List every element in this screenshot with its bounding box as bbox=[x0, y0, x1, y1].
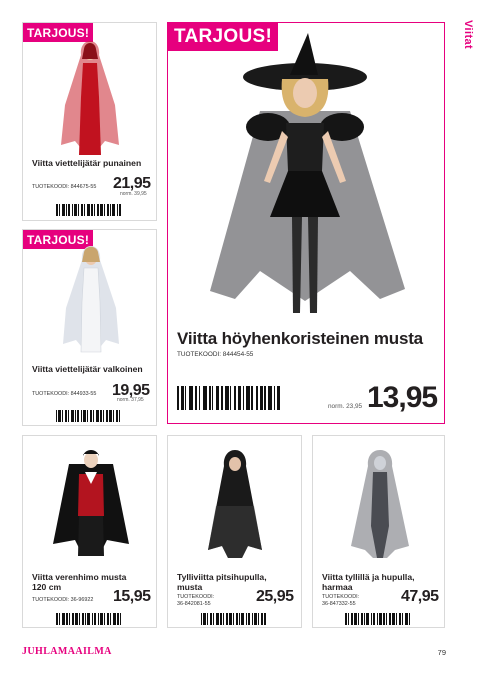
product-name-line-1: Tylliviitta pitsihupulla, bbox=[177, 572, 267, 582]
product-code-label: TUOTEKOODI: bbox=[177, 594, 215, 600]
section-label: Viitat bbox=[462, 20, 474, 50]
product-price: 15,95 bbox=[113, 588, 151, 605]
product-code: TUOTEKOODI: 844933-55 bbox=[32, 391, 97, 397]
product-card-vampire-cape[interactable]: Viitta verenhimo musta 120 cm TUOTEKOODI… bbox=[22, 435, 157, 628]
product-card-feather-cape[interactable]: TARJOUS! Viitta höyhenkoristeinen musta … bbox=[167, 22, 445, 424]
white-cape-photo bbox=[63, 246, 119, 353]
product-price: 25,95 bbox=[256, 588, 294, 605]
page-number: 79 bbox=[437, 648, 446, 657]
feather-witch-photo bbox=[210, 33, 405, 313]
product-name-line-1: Viitta verenhimo musta bbox=[32, 572, 127, 582]
product-name: Viitta viettelijätär valkoinen bbox=[32, 364, 143, 374]
normal-price: norm. 39,95 bbox=[120, 191, 147, 197]
product-code: 36-842081-55 bbox=[177, 601, 211, 607]
barcode bbox=[201, 613, 269, 625]
barcode bbox=[345, 613, 413, 625]
grey-cape-photo bbox=[351, 450, 409, 558]
product-price: 47,95 bbox=[401, 588, 439, 605]
normal-price: norm. 23,95 bbox=[328, 403, 363, 410]
product-name-line-1: Viitta tyllillä ja hupulla, bbox=[322, 572, 415, 582]
product-card-white-cape[interactable]: TARJOUS! Viitta viettelijätär valkoinen … bbox=[22, 229, 157, 426]
product-price: 13,95 bbox=[367, 381, 438, 414]
product-card-lace-cape[interactable]: Tylliviitta pitsihupulla, musta TUOTEKOO… bbox=[167, 435, 302, 628]
vampire-cape-photo bbox=[53, 450, 129, 556]
barcode bbox=[56, 613, 124, 625]
brand-logo: JUHLAMAAILMA bbox=[22, 646, 112, 657]
product-code: TUOTEKOODI: 844675-55 bbox=[32, 184, 97, 190]
barcode bbox=[177, 386, 297, 410]
normal-price: norm. 37,95 bbox=[117, 397, 144, 403]
product-code-label: TUOTEKOODI: bbox=[322, 594, 360, 600]
product-card-grey-cape[interactable]: Viitta tyllillä ja hupulla, harmaa TUOTE… bbox=[312, 435, 445, 628]
product-code: 36-847332-55 bbox=[322, 601, 356, 607]
barcode bbox=[56, 204, 124, 216]
product-code: TUOTEKOODI: 844454-55 bbox=[177, 351, 254, 358]
barcode bbox=[56, 410, 124, 422]
product-name-line-2: 120 cm bbox=[32, 582, 62, 592]
product-name-line-2: harmaa bbox=[322, 582, 353, 592]
product-code: TUOTEKOODI: 36-96922 bbox=[32, 597, 94, 603]
product-name: Viitta viettelijätär punainen bbox=[32, 158, 142, 168]
product-card-red-cape[interactable]: TARJOUS! Viitta viettelijätär punainen T… bbox=[22, 22, 157, 221]
product-name: Viitta höyhenkoristeinen musta bbox=[177, 329, 423, 348]
product-name-line-2: musta bbox=[177, 582, 203, 592]
red-cape-photo bbox=[61, 41, 119, 155]
lace-cape-photo bbox=[208, 450, 262, 558]
